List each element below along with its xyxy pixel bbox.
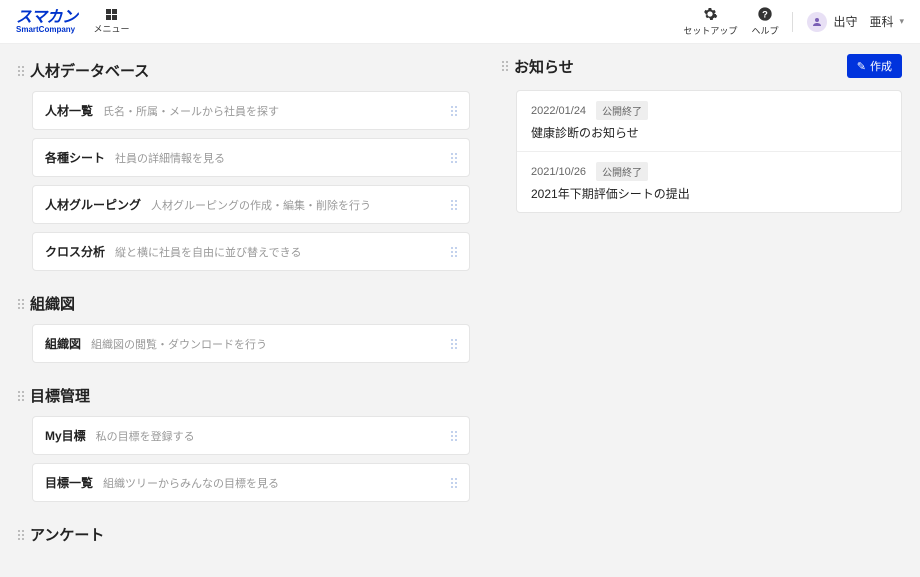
drag-handle-icon[interactable]	[451, 153, 457, 163]
card-hr-list[interactable]: 人材一覧 氏名・所属・メールから社員を探す	[32, 91, 470, 130]
card-text: 人材グルーピング 人材グルーピングの作成・編集・削除を行う	[45, 196, 371, 213]
notice-item[interactable]: 2022/01/24 公開終了 健康診断のお知らせ	[517, 91, 901, 152]
card-desc: 組織図の閲覧・ダウンロードを行う	[91, 336, 267, 352]
card-text: 人材一覧 氏名・所属・メールから社員を探す	[45, 102, 279, 119]
section-org: 組織図 組織図 組織図の閲覧・ダウンロードを行う	[18, 293, 470, 363]
section-goals: 目標管理 My目標 私の目標を登録する 目標一覧 組織ツリーからみんなの目標を見…	[18, 385, 470, 502]
header-left: スマカン SmartCompany メニュー	[16, 9, 130, 35]
drag-handle-icon[interactable]	[451, 106, 457, 116]
card-goal-list[interactable]: 目標一覧 組織ツリーからみんなの目標を見る	[32, 463, 470, 502]
pencil-icon: ✎	[857, 60, 866, 73]
logo-sub: SmartCompany	[16, 26, 75, 34]
grid-icon	[106, 9, 117, 20]
menu-label: メニュー	[94, 22, 130, 35]
card-desc: 社員の詳細情報を見る	[115, 150, 225, 166]
card-sheets[interactable]: 各種シート 社員の詳細情報を見る	[32, 138, 470, 177]
card-desc: 氏名・所属・メールから社員を探す	[103, 103, 279, 119]
create-label: 作成	[870, 58, 892, 74]
notice-title-wrap: お知らせ	[502, 56, 574, 77]
drag-handle-icon[interactable]	[451, 200, 457, 210]
help-button[interactable]: ? ヘルプ	[751, 6, 778, 37]
logo-main: スマカン	[16, 10, 78, 26]
card-org-chart[interactable]: 組織図 組織図の閲覧・ダウンロードを行う	[32, 324, 470, 363]
user-name: 出守 亜科	[833, 13, 893, 30]
drag-handle-icon[interactable]	[18, 391, 24, 401]
card-text: 各種シート 社員の詳細情報を見る	[45, 149, 225, 166]
drag-handle-icon[interactable]	[451, 247, 457, 257]
logo[interactable]: スマカン SmartCompany	[16, 10, 78, 34]
help-label: ヘルプ	[751, 24, 778, 37]
card-title: My目標	[45, 427, 86, 444]
menu-button[interactable]: メニュー	[94, 9, 130, 35]
card-title: 目標一覧	[45, 474, 93, 491]
main-content: 人材データベース 人材一覧 氏名・所属・メールから社員を探す 各種シート 社員の…	[0, 44, 920, 577]
section-title: 人材データベース	[30, 60, 149, 81]
notice-list: 2022/01/24 公開終了 健康診断のお知らせ 2021/10/26 公開終…	[516, 90, 902, 213]
card-list: 組織図 組織図の閲覧・ダウンロードを行う	[32, 324, 470, 363]
card-my-goals[interactable]: My目標 私の目標を登録する	[32, 416, 470, 455]
notice-item[interactable]: 2021/10/26 公開終了 2021年下期評価シートの提出	[517, 152, 901, 212]
drag-handle-icon[interactable]	[451, 431, 457, 441]
gear-icon	[702, 6, 718, 22]
create-button[interactable]: ✎ 作成	[847, 54, 902, 78]
header-right: セットアップ ? ヘルプ 出守 亜科 ▾	[683, 6, 904, 37]
drag-handle-icon[interactable]	[451, 478, 457, 488]
help-icon: ?	[757, 6, 773, 22]
chevron-down-icon: ▾	[899, 16, 904, 27]
section-survey: アンケート	[18, 524, 470, 545]
card-desc: 縦と横に社員を自由に並び替えできる	[115, 244, 301, 260]
card-title: クロス分析	[45, 243, 105, 260]
notice-meta: 2021/10/26 公開終了	[531, 162, 887, 181]
card-title: 各種シート	[45, 149, 105, 166]
card-title: 人材一覧	[45, 102, 93, 119]
notice-meta: 2022/01/24 公開終了	[531, 101, 887, 120]
card-list: 人材一覧 氏名・所属・メールから社員を探す 各種シート 社員の詳細情報を見る 人…	[32, 91, 470, 271]
notice-title: お知らせ	[514, 56, 574, 77]
notice-date: 2021/10/26	[531, 166, 586, 178]
card-desc: 人材グルーピングの作成・編集・削除を行う	[151, 197, 371, 213]
right-column: お知らせ ✎ 作成 2022/01/24 公開終了 健康診断のお知らせ 2021…	[502, 54, 902, 567]
drag-handle-icon[interactable]	[18, 530, 24, 540]
card-desc: 組織ツリーからみんなの目標を見る	[103, 475, 279, 491]
notice-header: お知らせ ✎ 作成	[502, 54, 902, 78]
svg-text:?: ?	[762, 9, 768, 19]
avatar	[807, 12, 827, 32]
card-text: 目標一覧 組織ツリーからみんなの目標を見る	[45, 474, 279, 491]
status-badge: 公開終了	[596, 162, 648, 181]
drag-handle-icon[interactable]	[18, 66, 24, 76]
card-cross-analysis[interactable]: クロス分析 縦と横に社員を自由に並び替えできる	[32, 232, 470, 271]
card-list: My目標 私の目標を登録する 目標一覧 組織ツリーからみんなの目標を見る	[32, 416, 470, 502]
section-title: アンケート	[30, 524, 104, 545]
setup-button[interactable]: セットアップ	[683, 6, 737, 37]
card-text: My目標 私の目標を登録する	[45, 427, 195, 444]
notice-text: 健康診断のお知らせ	[531, 124, 887, 141]
section-title: 組織図	[30, 293, 75, 314]
user-menu[interactable]: 出守 亜科 ▾	[807, 12, 904, 32]
drag-handle-icon[interactable]	[451, 339, 457, 349]
app-header: スマカン SmartCompany メニュー セットアップ ? ヘルプ	[0, 0, 920, 44]
section-hr-db: 人材データベース 人材一覧 氏名・所属・メールから社員を探す 各種シート 社員の…	[18, 60, 470, 271]
card-grouping[interactable]: 人材グルーピング 人材グルーピングの作成・編集・削除を行う	[32, 185, 470, 224]
card-title: 人材グルーピング	[45, 196, 141, 213]
section-title-row: アンケート	[18, 524, 470, 545]
notice-text: 2021年下期評価シートの提出	[531, 185, 887, 202]
section-title-row: 人材データベース	[18, 60, 470, 81]
section-title-row: 目標管理	[18, 385, 470, 406]
left-column: 人材データベース 人材一覧 氏名・所属・メールから社員を探す 各種シート 社員の…	[18, 54, 470, 567]
notice-date: 2022/01/24	[531, 105, 586, 117]
card-title: 組織図	[45, 335, 81, 352]
card-text: クロス分析 縦と横に社員を自由に並び替えできる	[45, 243, 301, 260]
setup-label: セットアップ	[683, 24, 737, 37]
drag-handle-icon[interactable]	[502, 61, 508, 71]
card-desc: 私の目標を登録する	[96, 428, 195, 444]
section-title: 目標管理	[30, 385, 90, 406]
section-title-row: 組織図	[18, 293, 470, 314]
status-badge: 公開終了	[596, 101, 648, 120]
drag-handle-icon[interactable]	[18, 299, 24, 309]
divider	[792, 12, 793, 32]
card-text: 組織図 組織図の閲覧・ダウンロードを行う	[45, 335, 267, 352]
person-icon	[811, 16, 823, 28]
